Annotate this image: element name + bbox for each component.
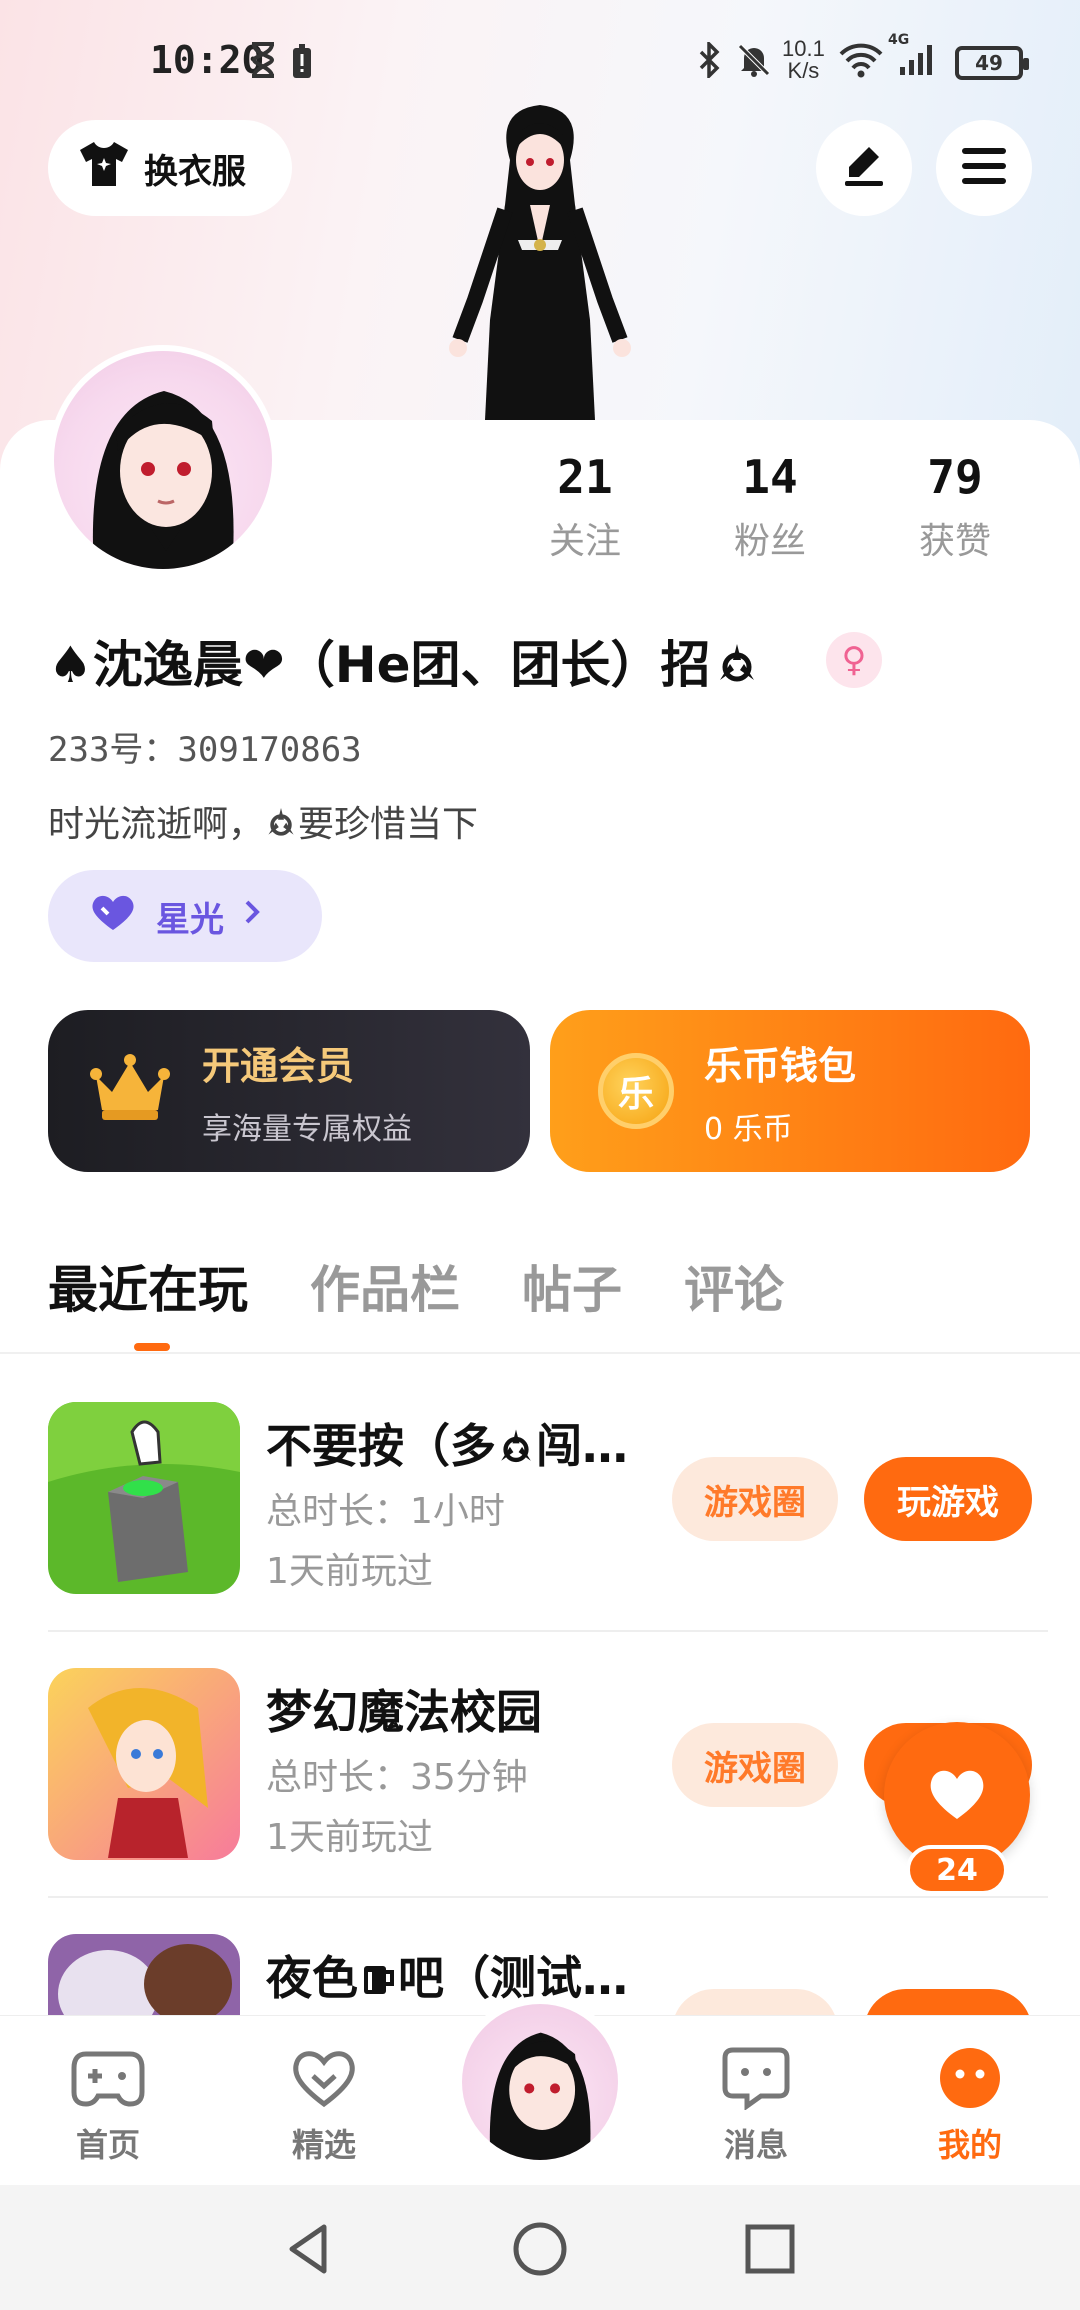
cellular-signal-icon: 4G bbox=[888, 32, 944, 80]
profile-page: { "status_bar": {"time": "10:20", "net_s… bbox=[0, 0, 1080, 2310]
vip-subtitle: 享海量专属权益 bbox=[202, 1111, 412, 1147]
game-title: 梦幻魔法校园 bbox=[266, 1685, 542, 1739]
beer-mug-icon bbox=[358, 1955, 398, 2009]
recents-square-icon[interactable] bbox=[740, 2219, 800, 2279]
play-game-button[interactable]: 玩游戏 bbox=[864, 1457, 1032, 1541]
clan-emblem-inline-icon bbox=[496, 1423, 536, 1477]
starlight-label: 星光 bbox=[156, 899, 224, 940]
coin-wallet-card[interactable]: 乐 乐币钱包 0 乐币 bbox=[550, 1010, 1030, 1172]
nav-featured[interactable]: 精选 bbox=[264, 2046, 384, 2166]
stat-fans-label: 粉丝 bbox=[733, 521, 806, 562]
purple-heart-icon bbox=[88, 892, 138, 941]
chat-bubble-icon bbox=[721, 2047, 791, 2114]
game-title: 不要按（多 闯… bbox=[266, 1410, 628, 1477]
stat-fans[interactable]: 14 粉丝 bbox=[705, 450, 835, 564]
clan-emblem-small-icon bbox=[264, 805, 298, 848]
game-title: 夜色 吧（测试… bbox=[266, 1942, 628, 2009]
stat-likes-label: 获赞 bbox=[918, 521, 991, 562]
edit-profile-button[interactable] bbox=[816, 120, 912, 216]
stat-fans-count: 14 bbox=[742, 450, 798, 504]
game-duration: 总时长：1小时 bbox=[266, 1491, 505, 1532]
nav-messages-label: 消息 bbox=[723, 2126, 788, 2164]
hourglass-icon bbox=[248, 40, 278, 80]
stat-following-count: 21 bbox=[557, 450, 613, 504]
game-last-played: 1天前玩过 bbox=[266, 1551, 433, 1592]
change-outfit-label: 换衣服 bbox=[144, 151, 246, 192]
game-circle-button[interactable]: 游戏圈 bbox=[672, 1457, 838, 1541]
nav-home[interactable]: 首页 bbox=[48, 2046, 168, 2166]
list-divider bbox=[48, 1896, 1048, 1898]
profile-name: ♠沈逸晨❤（He团、团长）招 bbox=[48, 625, 760, 698]
nav-home-label: 首页 bbox=[75, 2126, 140, 2164]
game-thumbnail[interactable] bbox=[48, 1668, 240, 1860]
nav-me[interactable]: 我的 bbox=[910, 2046, 1030, 2166]
tab-recently-played[interactable]: 最近在玩 bbox=[48, 1250, 248, 1322]
bottom-navigation: 首页 精选 消息 我的 bbox=[0, 1996, 1080, 2185]
profile-stats: 21 关注 14 粉丝 79 获赞 bbox=[480, 450, 1060, 564]
bio-text-tail: 要珍惜当下 bbox=[298, 804, 479, 845]
tab-comments[interactable]: 评论 bbox=[684, 1250, 784, 1322]
nav-me-label: 我的 bbox=[937, 2126, 1002, 2164]
system-navigation-bar bbox=[0, 2185, 1080, 2310]
bluetooth-icon bbox=[694, 40, 724, 80]
game-circle-button[interactable]: 游戏圈 bbox=[672, 1723, 838, 1807]
smiley-face-icon bbox=[935, 2048, 1005, 2114]
stat-likes[interactable]: 79 获赞 bbox=[890, 450, 1020, 564]
profile-tabs: 最近在玩 作品栏 帖子 评论 bbox=[48, 1250, 784, 1322]
network-speed: 10.1 K/s bbox=[782, 36, 825, 83]
game-duration: 总时长：35分钟 bbox=[266, 1757, 528, 1798]
nav-messages[interactable]: 消息 bbox=[696, 2046, 816, 2166]
game-list-item[interactable]: 不要按（多 闯… 总时长：1小时 1天前玩过 游戏圈 玩游戏 bbox=[48, 1402, 1048, 1602]
user-id: 233号：309170863 bbox=[48, 730, 362, 770]
list-divider bbox=[48, 1630, 1048, 1632]
heart-outline-icon bbox=[289, 2051, 359, 2114]
tab-active-indicator bbox=[134, 1343, 170, 1351]
tab-works[interactable]: 作品栏 bbox=[310, 1250, 460, 1322]
change-outfit-button[interactable]: 换衣服 bbox=[48, 120, 292, 216]
menu-button[interactable] bbox=[936, 120, 1032, 216]
wallet-balance: 0 乐币 bbox=[704, 1111, 793, 1147]
gamepad-icon bbox=[70, 2051, 146, 2114]
game-thumbnail-button-game[interactable] bbox=[48, 1402, 240, 1594]
hamburger-menu-icon bbox=[960, 146, 1008, 190]
stat-likes-count: 79 bbox=[927, 450, 983, 504]
bio-text: 时光流逝啊， bbox=[48, 804, 265, 845]
starlight-button[interactable]: 星光 bbox=[48, 870, 322, 962]
profile-name-text: ♠沈逸晨❤（He团、团长）招 bbox=[48, 636, 711, 694]
back-triangle-icon[interactable] bbox=[280, 2219, 340, 2279]
home-circle-icon[interactable] bbox=[510, 2219, 570, 2279]
stat-following[interactable]: 21 关注 bbox=[520, 450, 650, 564]
wifi-icon bbox=[838, 40, 884, 80]
pencil-icon bbox=[839, 141, 889, 195]
nav-featured-label: 精选 bbox=[291, 2126, 356, 2164]
avatar-character-figure[interactable] bbox=[420, 100, 660, 430]
floating-like-count: 24 bbox=[906, 1845, 1008, 1895]
coin-icon: 乐 bbox=[598, 1053, 674, 1129]
tshirt-icon bbox=[78, 140, 130, 197]
white-heart-icon bbox=[926, 1765, 988, 1825]
profile-bio: 时光流逝啊， 要珍惜当下 bbox=[48, 795, 478, 848]
game-last-played: 1天前玩过 bbox=[266, 1817, 433, 1858]
alert-battery-icon bbox=[290, 42, 314, 82]
crown-icon bbox=[88, 1052, 172, 1130]
nav-avatar-button[interactable] bbox=[454, 1996, 626, 2168]
tab-posts[interactable]: 帖子 bbox=[522, 1250, 622, 1322]
vip-membership-card[interactable]: 开通会员 享海量专属权益 bbox=[48, 1010, 530, 1172]
stat-following-label: 关注 bbox=[548, 521, 621, 562]
wallet-title: 乐币钱包 bbox=[704, 1043, 857, 1088]
female-gender-icon: ♀ bbox=[826, 632, 882, 688]
profile-avatar[interactable] bbox=[48, 345, 278, 575]
mute-bell-icon bbox=[734, 40, 774, 80]
chevron-right-icon bbox=[242, 896, 262, 936]
battery-indicator: 49 bbox=[955, 46, 1029, 80]
tab-divider bbox=[0, 1352, 1080, 1354]
clan-emblem-icon bbox=[714, 640, 760, 698]
vip-title: 开通会员 bbox=[202, 1043, 355, 1088]
